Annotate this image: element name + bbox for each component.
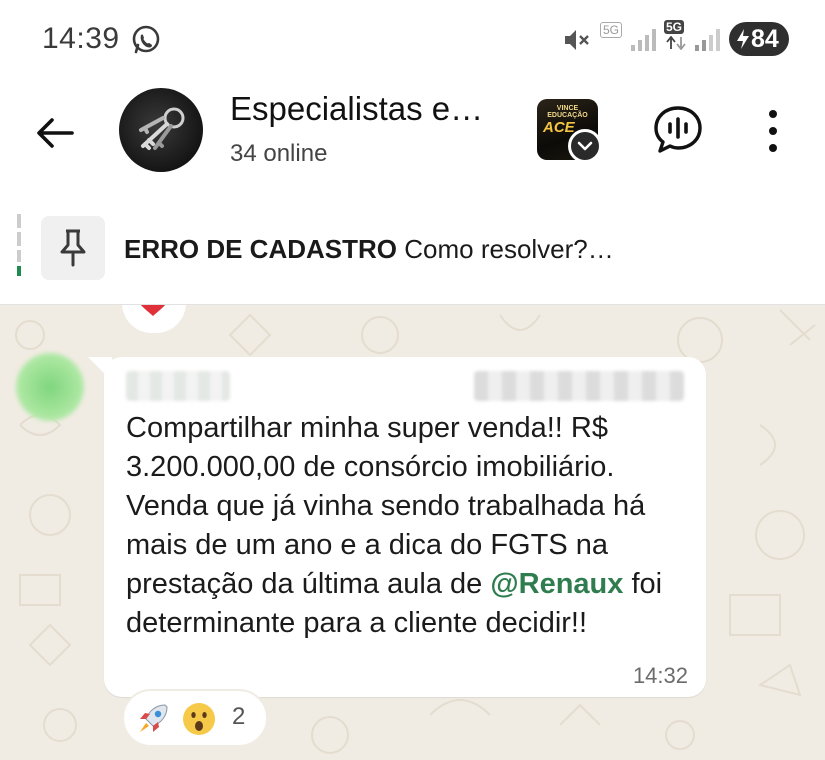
group-title[interactable]: Especialistas e… xyxy=(230,90,483,128)
sender-phone-redacted xyxy=(474,371,684,401)
whatsapp-icon xyxy=(132,25,160,54)
reaction-count: 2 xyxy=(232,703,246,730)
battery-indicator: 84 xyxy=(729,22,789,56)
mute-icon xyxy=(565,30,589,50)
pinned-message-text: ERRO DE CADASTRO Como resolver?… xyxy=(124,234,614,265)
message-timestamp: 14:32 xyxy=(632,663,688,688)
surprised-face-icon xyxy=(183,703,215,735)
pinned-message-preview: Como resolver?… xyxy=(404,234,614,264)
more-vertical-icon[interactable] xyxy=(760,106,786,156)
pinned-message-bar[interactable]: ERRO DE CADASTRO Como resolver?… xyxy=(0,192,825,305)
network-type-label-active: 5G xyxy=(664,20,685,34)
chat-header: Especialistas e… 34 online VINCE EDUCAÇÃ… xyxy=(0,78,825,193)
rocket-icon xyxy=(140,704,168,732)
voice-chat-icon[interactable] xyxy=(652,104,704,156)
pin-position-indicator xyxy=(17,214,21,276)
signal-icon xyxy=(631,29,656,51)
pin-icon xyxy=(60,229,86,267)
pinned-message-title: ERRO DE CADASTRO xyxy=(124,234,398,264)
thumbnail-text: ACE xyxy=(543,119,575,136)
online-count: 34 online xyxy=(230,140,328,167)
user-mention[interactable]: @Renaux xyxy=(490,568,623,600)
message-reactions[interactable]: 2 xyxy=(122,689,268,747)
chevron-down-icon[interactable] xyxy=(568,129,602,163)
status-time: 14:39 xyxy=(42,22,120,55)
battery-level: 84 xyxy=(751,25,779,53)
status-bar: 14:39 5G 5G 84 xyxy=(0,0,825,78)
network-type-label: 5G xyxy=(600,22,623,38)
signal-icon-2 xyxy=(695,29,720,51)
chat-area[interactable]: Compartilhar minha super venda!! R$ 3.20… xyxy=(0,305,825,760)
sender-name-redacted xyxy=(126,371,230,401)
data-transfer-icon xyxy=(666,36,686,50)
sender-avatar[interactable] xyxy=(16,353,84,421)
message-text: Compartilhar minha super venda!! R$ 3.20… xyxy=(126,409,696,643)
message-bubble[interactable]: Compartilhar minha super venda!! R$ 3.20… xyxy=(104,357,706,697)
group-avatar[interactable] xyxy=(119,88,203,172)
battery-charging-icon xyxy=(737,29,749,49)
pin-icon-box xyxy=(41,216,105,280)
keys-icon xyxy=(139,107,185,150)
heart-icon xyxy=(140,305,166,316)
thumbnail-top-text: VINCE EDUCAÇÃO xyxy=(547,105,588,119)
back-arrow-icon[interactable] xyxy=(30,108,80,158)
